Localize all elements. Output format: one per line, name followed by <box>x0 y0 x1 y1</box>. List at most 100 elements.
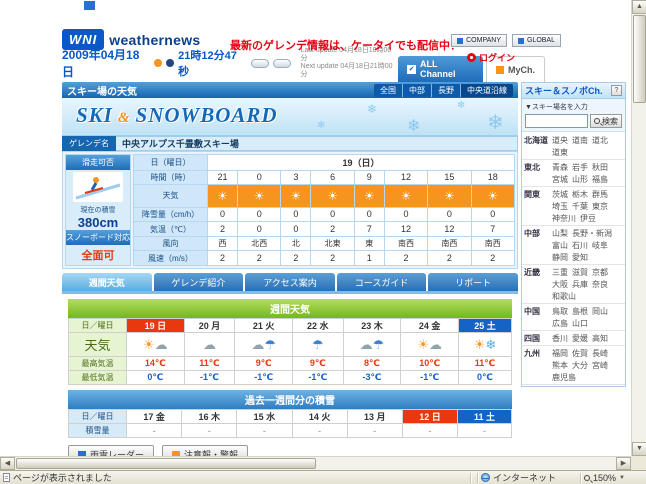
snowfall-cell: 0 <box>353 206 385 223</box>
prefecture-link[interactable]: 道央 <box>552 135 568 146</box>
wind-speed-cell: 1 <box>353 250 385 266</box>
prefecture-link[interactable]: 埼玉 <box>552 201 568 212</box>
prefecture-link[interactable]: 群馬 <box>592 189 608 200</box>
prefecture-link[interactable]: 長崎 <box>592 348 608 359</box>
prefecture-link[interactable]: 愛媛 <box>572 333 588 344</box>
high-temp-cell: 10℃ <box>400 356 459 371</box>
prefecture-link[interactable]: 秋田 <box>592 162 608 173</box>
company-button[interactable]: COMPANY <box>451 34 507 47</box>
gelande-name[interactable]: 中央アルプス千畳敷スキー場 <box>116 136 518 151</box>
tab-access[interactable]: アクセス案内 <box>245 273 335 291</box>
table-row-date: 日（曜日） 19（日） <box>133 154 515 171</box>
prefecture-link[interactable]: 鳥取 <box>552 306 568 317</box>
weathernews-logo[interactable]: WNI weathernews <box>62 29 201 50</box>
weekly-day-cell: 24 金 <box>400 318 459 333</box>
scroll-down-button[interactable]: ▼ <box>632 442 646 456</box>
prefecture-link[interactable]: 島根 <box>572 306 588 317</box>
prefecture-link[interactable]: 静岡 <box>552 252 568 263</box>
prefecture-link[interactable]: 三重 <box>552 267 568 278</box>
horizontal-scroll-thumb[interactable] <box>16 458 316 469</box>
prefecture-link[interactable]: 長野・新潟 <box>572 228 612 239</box>
date-bar: 2009年04月18日 21時12分47秒 Last update 04月18日… <box>62 47 627 82</box>
region-links: 香川 愛媛 高知 <box>552 333 623 344</box>
prefecture-link[interactable]: 岩手 <box>572 162 588 173</box>
prefecture-link[interactable]: 道東 <box>552 147 568 158</box>
prefecture-link[interactable]: 広島 <box>552 318 568 329</box>
prefecture-link[interactable]: 山形 <box>572 174 588 185</box>
prefecture-link[interactable]: 京都 <box>592 267 608 278</box>
prefecture-link[interactable]: 富山 <box>552 240 568 251</box>
breadcrumb-item[interactable]: 中央道沿線 <box>460 83 513 97</box>
low-temp-cell: 0℃ <box>458 370 512 385</box>
prefecture-link[interactable]: 千葉 <box>572 201 588 212</box>
skier-illustration <box>73 172 123 202</box>
snowflake-icon: ❄ <box>457 100 466 111</box>
scroll-left-button[interactable]: ◀ <box>0 457 15 470</box>
snowflake-icon: ❄ <box>487 112 504 134</box>
prefecture-link[interactable]: 香川 <box>552 333 568 344</box>
row-label: 風向 <box>133 235 208 252</box>
high-temp-cell: 11℃ <box>458 356 512 371</box>
prefecture-link[interactable]: 奈良 <box>592 279 608 290</box>
ski-resort-search-input[interactable] <box>525 114 588 128</box>
prefecture-link[interactable]: 鹿児島 <box>552 372 576 383</box>
global-button[interactable]: GLOBAL <box>511 34 561 47</box>
tab-weekly-weather[interactable]: 週間天気 <box>62 273 152 291</box>
prefecture-link[interactable]: 岐阜 <box>592 240 608 251</box>
breadcrumb-item[interactable]: 長野 <box>431 83 460 97</box>
zoom-control[interactable]: 150% ▼ <box>584 473 646 483</box>
prefecture-link[interactable]: 山口 <box>572 318 588 329</box>
weather-icon-cell: ☁ <box>183 332 236 357</box>
horizontal-scrollbar[interactable]: ◀ ▶ <box>0 456 631 470</box>
corporate-links: COMPANY GLOBAL <box>451 34 561 47</box>
breadcrumb-item[interactable]: 全国 <box>374 83 402 97</box>
prefecture-link[interactable]: 伊豆 <box>580 213 596 224</box>
weekly-high-row: 最高気温 14℃ 11℃ 9℃ 9℃ 8℃ 10℃ 11℃ <box>68 356 512 371</box>
breadcrumb-item[interactable]: 中部 <box>402 83 431 97</box>
region-links: 三重 滋賀 京都大阪 兵庫 奈良和歌山 <box>552 267 623 302</box>
prefecture-link[interactable]: 道南 <box>572 135 588 146</box>
cloud-icon: ☁ <box>428 336 442 352</box>
prefecture-link[interactable]: 栃木 <box>572 189 588 200</box>
tab-course-guide[interactable]: コースガイド <box>336 273 427 291</box>
scroll-right-button[interactable]: ▶ <box>616 457 631 470</box>
warning-advisory-button[interactable]: 注意報・警報 <box>162 445 249 456</box>
rain-snow-radar-button[interactable]: 雨雪レーダー <box>68 445 155 456</box>
tab-report[interactable]: リポート <box>428 273 518 291</box>
prefecture-link[interactable]: 和歌山 <box>552 291 576 302</box>
vertical-scrollbar[interactable]: ▲ ▼ <box>631 0 646 456</box>
login-button[interactable]: ログイン <box>466 51 515 64</box>
prefecture-link[interactable]: 青森 <box>552 162 568 173</box>
snowfall-cell: 0 <box>470 206 516 223</box>
prefecture-link[interactable]: 佐賀 <box>572 348 588 359</box>
prefecture-link[interactable]: 福島 <box>592 174 608 185</box>
prefecture-link[interactable]: 大阪 <box>552 279 568 290</box>
past-snow-cell: - <box>401 423 459 438</box>
prefecture-link[interactable]: 東京 <box>592 201 608 212</box>
search-button[interactable]: 検索 <box>590 114 622 128</box>
prefecture-link[interactable]: 石川 <box>572 240 588 251</box>
prefecture-link[interactable]: 道北 <box>592 135 608 146</box>
prefecture-link[interactable]: 岡山 <box>592 306 608 317</box>
vertical-scroll-thumb[interactable] <box>633 15 646 103</box>
prefecture-link[interactable]: 大分 <box>572 360 588 371</box>
prefecture-link[interactable]: 兵庫 <box>572 279 588 290</box>
past-snow-title: 過去一週間分の積雪 <box>68 390 512 409</box>
prefecture-link[interactable]: 神奈川 <box>552 213 576 224</box>
prefecture-link[interactable]: 福岡 <box>552 348 568 359</box>
tab-gelande-info[interactable]: ゲレンデ紹介 <box>153 273 244 291</box>
past-day-cell: 13 月 <box>346 409 403 424</box>
prefecture-link[interactable]: 滋賀 <box>572 267 588 278</box>
help-button[interactable]: ? <box>611 85 622 96</box>
wind-speed-cell: 2 <box>470 250 516 266</box>
table-row-snowfall: 降雪量（cm/h） 00000000 <box>133 206 516 223</box>
sidebar-header: スキー＆スノボCh. ? <box>522 83 625 99</box>
prefecture-link[interactable]: 熊本 <box>552 360 568 371</box>
prefecture-link[interactable]: 宮城 <box>552 174 568 185</box>
prefecture-link[interactable]: 高知 <box>592 333 608 344</box>
scroll-up-button[interactable]: ▲ <box>632 0 646 14</box>
prefecture-link[interactable]: 愛知 <box>572 252 588 263</box>
prefecture-link[interactable]: 茨城 <box>552 189 568 200</box>
prefecture-link[interactable]: 山梨 <box>552 228 568 239</box>
prefecture-link[interactable]: 宮崎 <box>592 360 608 371</box>
